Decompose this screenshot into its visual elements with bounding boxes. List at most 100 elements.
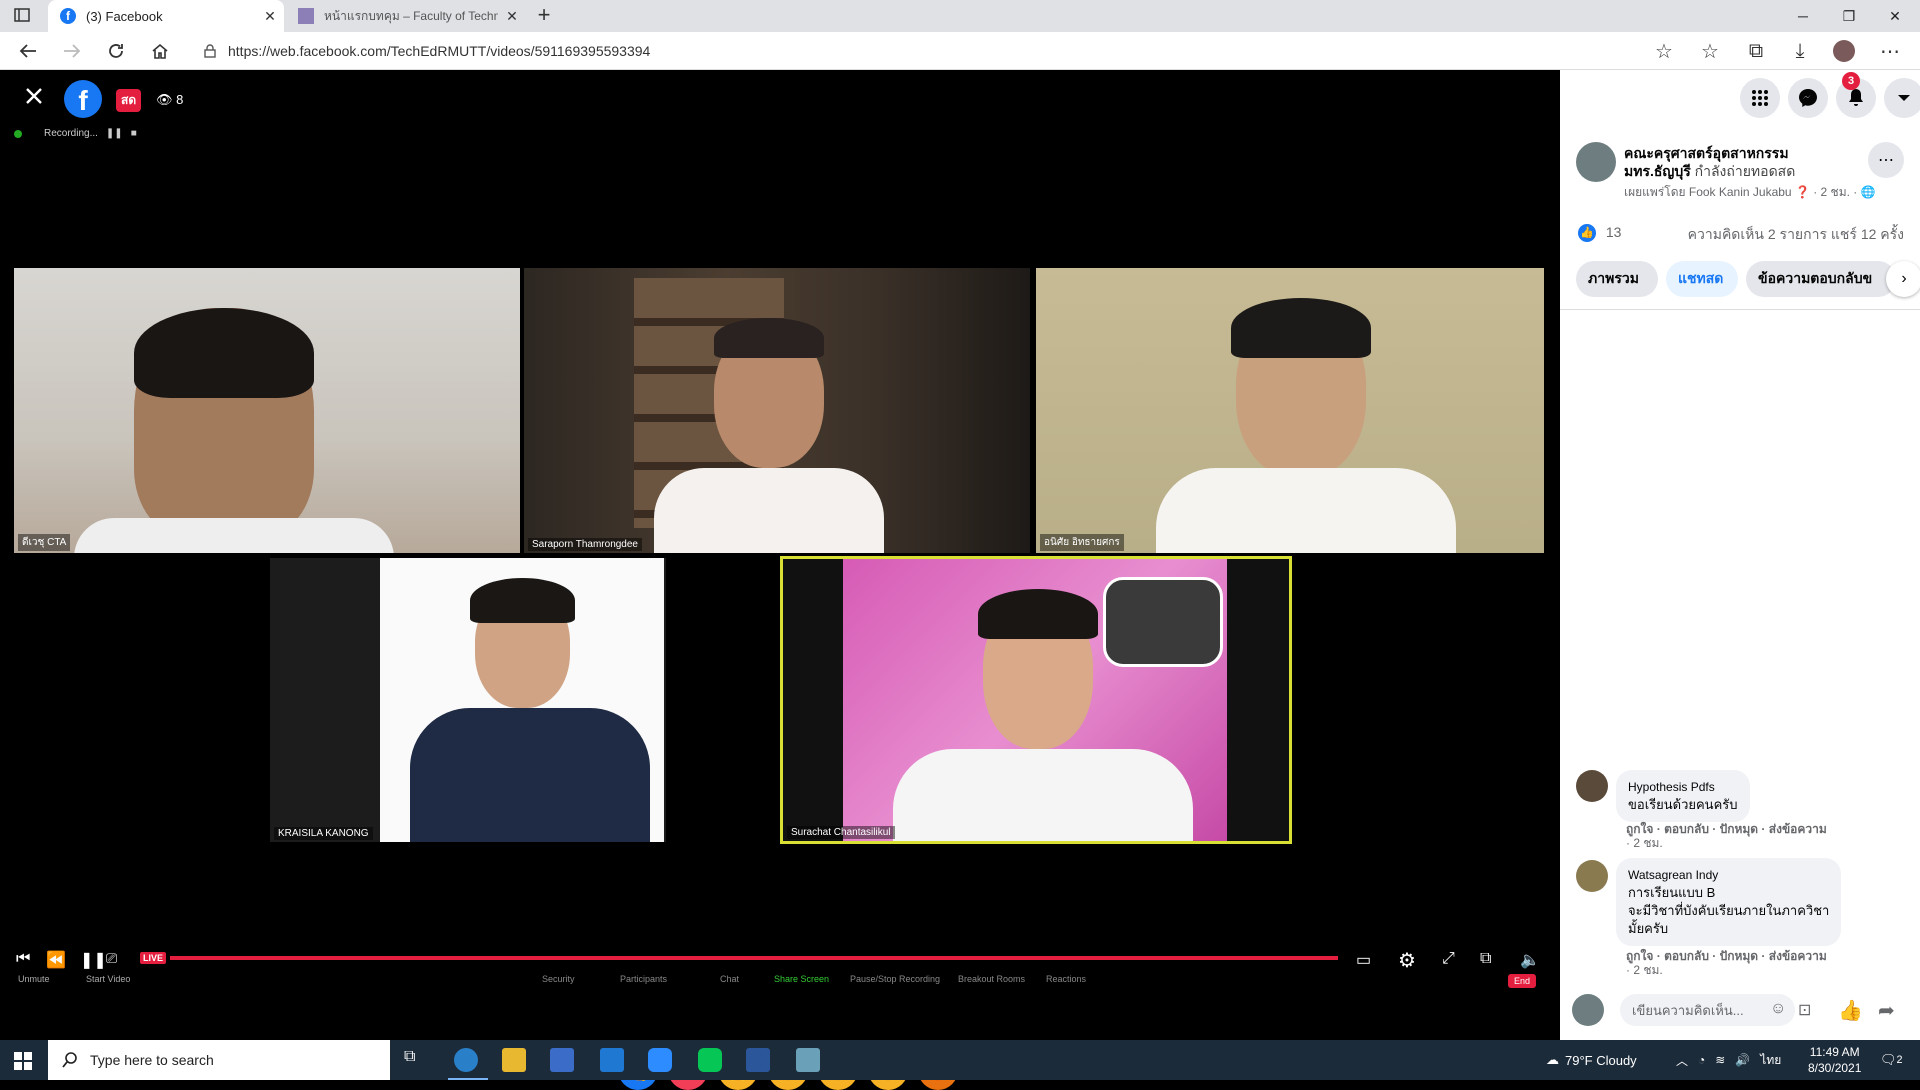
file-explorer-icon[interactable] [502,1048,526,1072]
comment-input[interactable]: เขียนความคิดเห็น... [1620,994,1795,1026]
published-time: 2 ชม. [1820,185,1850,199]
favorites-icon[interactable]: ☆ [1698,39,1722,63]
more-options-icon[interactable]: ⋯ [1868,142,1904,178]
restore-button[interactable]: ❐ [1826,0,1872,32]
fullscreen-icon[interactable]: ⤢ [1442,950,1455,968]
live-status: กำลังถ่ายทอดสด [1694,163,1796,179]
pause-icon[interactable]: ❚❚ [80,950,107,970]
page-title[interactable]: คณะครุศาสตร์อุตสาหกรรม มทร.ธัญบุรี กำลัง… [1624,144,1854,180]
close-window-button[interactable]: ✕ [1872,0,1918,32]
participant-name: Surachat Chantasilikul [787,826,895,839]
captions-icon[interactable]: ▭ [1356,950,1371,970]
messenger-icon[interactable] [1788,78,1828,118]
reload-button[interactable] [104,39,128,63]
volume-tray-icon[interactable]: 🔊 [1735,1053,1750,1067]
lock-icon [204,44,216,58]
cloud-icon: ☁ [1546,1052,1559,1067]
live-badge: สด [116,89,142,112]
edge-icon[interactable] [454,1048,478,1072]
store-icon[interactable] [550,1048,574,1072]
zoom-end-button[interactable]: End [1508,974,1537,988]
comment-time: · 2 ชม. [1626,836,1663,850]
taskbar-search[interactable]: Type here to search [48,1040,390,1080]
url-text: https://web.facebook.com/TechEdRMUTT/vid… [228,43,651,59]
pip-icon[interactable]: ⧉ [1480,950,1491,968]
close-video-icon[interactable] [24,86,44,106]
stop-recording-icon[interactable]: ■ [131,128,137,139]
downloads-icon[interactable]: ⤓ [1788,39,1812,63]
home-button[interactable] [148,39,172,63]
participant-tile: KRAISILA KANONG [270,558,666,842]
avatar[interactable] [1576,770,1608,802]
participant-tile: อนิศัย อิทธายศกร [1036,268,1544,553]
reaction-stats: 👍 13 ความคิดเห็น 2 รายการ แชร์ 12 ครั้ง [1578,224,1908,243]
tab-live-chat[interactable]: แชทสด [1666,261,1738,297]
close-tab-icon[interactable]: ✕ [256,8,284,25]
participant-tile: Saraporn Thamrongdee [524,268,1030,553]
rewind-icon[interactable]: ⏪ [46,950,66,970]
clock[interactable]: 11:49 AM 8/30/2021 [1808,1040,1861,1080]
tab-replies[interactable]: ข้อความตอบกลับข [1746,261,1896,297]
snip-tool-icon[interactable] [796,1048,820,1072]
zoom-app-icon[interactable] [648,1048,672,1072]
gear-icon[interactable]: ⚙ [1398,948,1416,973]
new-tab-button[interactable]: + [532,4,556,28]
line-app-icon[interactable] [698,1048,722,1072]
tab-overview[interactable]: ภาพรวม [1576,261,1658,297]
clock-time: 11:49 AM [1809,1045,1860,1059]
avatar[interactable] [1576,860,1608,892]
facebook-logo-icon[interactable]: f [64,80,102,118]
like-count[interactable]: 13 [1606,224,1622,240]
minimize-button[interactable]: ─ [1780,0,1826,32]
chevron-right-icon[interactable]: › [1886,261,1920,297]
page-avatar[interactable] [1576,142,1616,182]
avatar[interactable] [1572,994,1604,1026]
collections-icon[interactable]: ⧉ [1744,39,1768,63]
action-center-icon[interactable]: 🗨 2 [1880,1040,1903,1080]
tab-title: หน้าแรกบทคุม – Faculty of Technical E [324,8,498,23]
video-off-icon[interactable]: ⎚ [106,950,117,967]
published-by: เผยแพร่โดย Fook Kanin Jukabu [1624,185,1792,199]
comment-share-count[interactable]: ความคิดเห็น 2 รายการ แชร์ 12 ครั้ง [1688,224,1904,246]
mail-icon[interactable] [600,1048,624,1072]
tab-facebook[interactable]: f (3) Facebook ✕ [48,0,284,32]
like-button-icon[interactable]: 👍 [1838,998,1863,1023]
windows-start-icon[interactable] [14,1052,32,1070]
account-dropdown-icon[interactable] [1884,78,1920,118]
progress-bar[interactable] [170,956,1338,960]
participant-tile: ดีเวชุ CTA [14,268,520,553]
tab-actions-icon[interactable] [14,8,32,24]
like-icon: 👍 [1578,224,1596,243]
url-bar[interactable]: https://web.facebook.com/TechEdRMUTT/vid… [190,37,1680,65]
search-icon [62,1052,78,1068]
pause-recording-icon[interactable]: ❚❚ [106,128,123,139]
comment-author[interactable]: Hypothesis Pdfs [1628,778,1738,796]
tab-faculty[interactable]: หน้าแรกบทคุม – Faculty of Technical E ✕ [286,0,526,32]
weather[interactable]: ☁ 79°F Cloudy [1546,1040,1637,1080]
recording-indicator: Recording... ❚❚ ■ [14,128,137,139]
word-icon[interactable] [746,1048,770,1072]
publish-info: เผยแพร่โดย Fook Kanin Jukabu ❓ · 2 ชม. ·… [1624,183,1876,202]
participant-name: KRAISILA KANONG [274,827,373,840]
sticker-icon[interactable]: ⊡ [1798,1000,1811,1020]
menu-grid-icon[interactable] [1740,78,1780,118]
volume-icon[interactable]: 🔈 [1520,950,1540,970]
task-view-icon[interactable]: ⧉ [404,1048,428,1072]
zoom-security-label: Security [542,974,575,984]
back-button[interactable] [16,39,40,63]
comment-author[interactable]: Watsagrean Indy [1628,866,1829,884]
settings-more-icon[interactable]: ⋯ [1878,39,1902,63]
share-icon[interactable]: ➦ [1878,998,1895,1023]
emoji-icon[interactable]: ☺ [1770,1000,1786,1018]
language-indicator[interactable]: ไทย [1760,1051,1781,1070]
chevron-up-icon[interactable]: ︿ [1676,1052,1688,1069]
network-icon[interactable]: ◔ [1698,1053,1705,1067]
windows-taskbar: Type here to search ⧉ ☁ 79°F Cloudy ︿ ◔ … [0,1040,1920,1080]
live-video-player[interactable]: f สด 👁 8 Recording... ❚❚ ■ ดีเวชุ CTA Sa… [0,70,1560,1090]
forward-button[interactable] [60,39,84,63]
close-tab-icon[interactable]: ✕ [498,8,526,25]
skip-back-icon[interactable]: ⏮ [16,950,30,968]
profile-avatar[interactable] [1832,39,1856,63]
wifi-icon[interactable]: ≋ [1715,1053,1725,1067]
add-favorite-icon[interactable]: ☆ [1652,39,1676,63]
